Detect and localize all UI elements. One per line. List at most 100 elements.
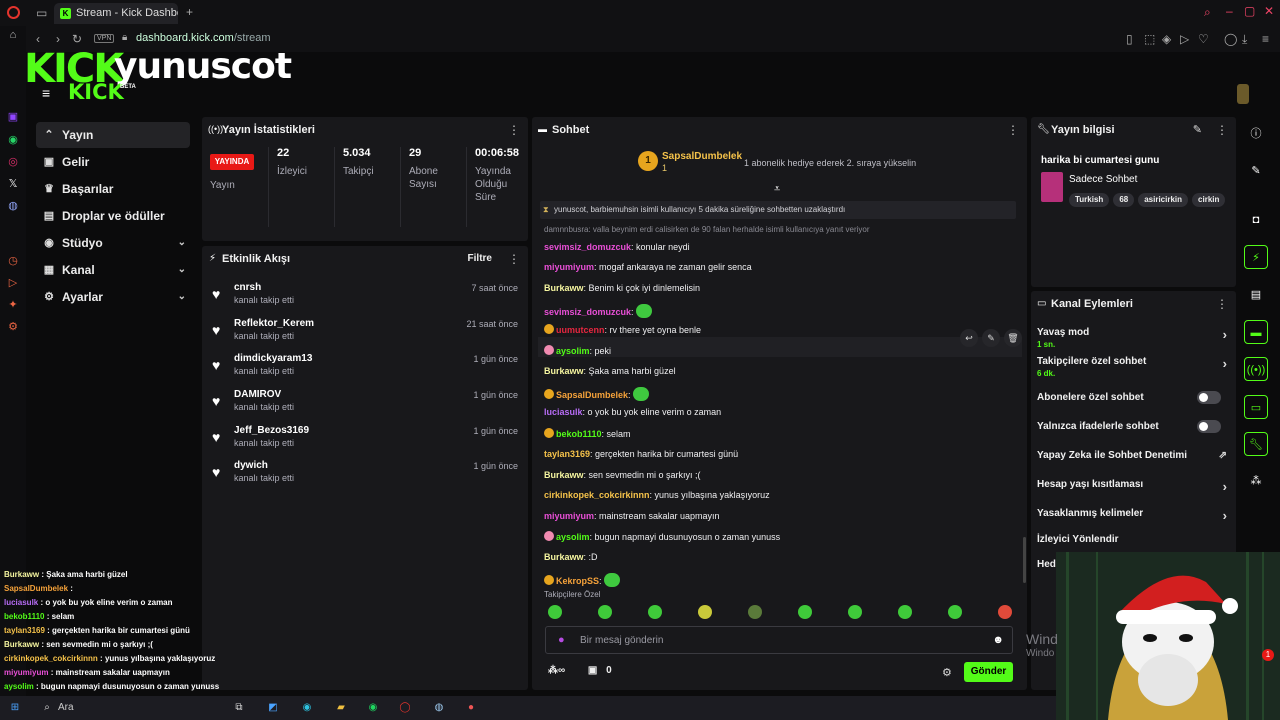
wrench-icon[interactable]: 🔧︎ <box>1244 432 1268 456</box>
tag[interactable]: Turkish <box>1069 193 1110 207</box>
bolt-icon[interactable]: ⚡︎ <box>1244 245 1268 269</box>
vpn-badge[interactable]: VPN <box>94 34 115 43</box>
emote-icon[interactable] <box>898 605 912 619</box>
chat-username[interactable]: sevimsiz_domuzcuk <box>544 307 631 317</box>
emote-icon[interactable] <box>948 605 962 619</box>
chat-message[interactable]: sevimsiz_domuzcuk: konular neydi <box>544 242 690 252</box>
chat-message[interactable]: cirkinkopek_cokcirkinnn: yunus yılbaşına… <box>544 490 770 500</box>
chat-username[interactable]: luciasulk <box>544 407 583 417</box>
folder-app-icon[interactable]: ▰ <box>334 701 348 715</box>
chat-username[interactable]: miyumiyum <box>544 262 594 272</box>
nav-item-settings[interactable]: ⚙ Ayarlar ⌄ <box>36 284 190 310</box>
menu-icon[interactable]: ≡ <box>1262 32 1269 46</box>
followers-only-action[interactable]: Takipçilere özel sohbet 6 dk. › <box>1037 356 1227 380</box>
reply-icon[interactable]: ↩ <box>960 329 978 347</box>
spotify-app-icon[interactable]: ◉ <box>366 701 380 715</box>
reply-preview[interactable]: damnnbusra: valla beynim erdi calisirken… <box>544 225 870 234</box>
chat-message[interactable]: aysolim: peki <box>544 345 611 356</box>
chat-message[interactable]: Burkaww: Benim ki çok iyi dinlemelisin <box>544 283 700 293</box>
account-age-action[interactable]: Hesap yaşı kısıtlaması › <box>1037 479 1227 503</box>
edit-icon[interactable]: ✎ <box>1193 123 1202 136</box>
chat-username[interactable]: Burkaww <box>544 283 584 293</box>
chat-username[interactable]: miyumiyum <box>544 511 594 521</box>
emote-icon[interactable] <box>698 605 712 619</box>
pin-icon[interactable]: ✎ <box>982 329 1000 347</box>
more-options-icon[interactable]: ⋮ <box>508 252 520 266</box>
whatsapp-icon[interactable]: ◉ <box>6 133 20 147</box>
new-tab-icon[interactable]: + <box>186 5 193 19</box>
chat-message[interactable]: Burkaww: sen sevmedin mi o şarkıyı ;( <box>544 470 701 480</box>
extensions-icon[interactable]: ✦ <box>6 298 20 312</box>
chat-username[interactable]: SapsalDumbelek <box>556 390 628 400</box>
obs-app-icon[interactable]: ● <box>464 701 478 715</box>
windows-start-icon[interactable]: ⊞ <box>8 701 22 715</box>
chat-message[interactable]: taylan3169: gerçekten harika bir cumarte… <box>544 449 738 459</box>
chat-username[interactable]: Burkaww <box>544 366 584 376</box>
activity-user[interactable]: cnrsh <box>234 282 261 293</box>
chat-username[interactable]: KekropSS <box>556 576 599 586</box>
emote-icon[interactable] <box>848 605 862 619</box>
emote-icon[interactable] <box>648 605 662 619</box>
adblock-icon[interactable]: ◈ <box>1162 32 1171 46</box>
history-icon[interactable]: ◷ <box>6 254 20 268</box>
chat-username[interactable]: bekob1110 <box>556 429 602 439</box>
close-window-icon[interactable]: ✕ <box>1264 4 1274 18</box>
chat-message[interactable]: aysolim: bugun napmayi dusunuyosun o zam… <box>544 531 780 542</box>
more-options-icon[interactable]: ⋮ <box>1216 123 1228 137</box>
chat-message[interactable]: luciasulk: o yok bu yok eline verim o za… <box>544 407 721 417</box>
activity-user[interactable]: Reflektor_Kerem <box>234 318 314 329</box>
back-icon[interactable]: ‹ <box>36 32 40 46</box>
nav-item-studio[interactable]: ◉ Stüdyo ⌄ <box>36 230 190 256</box>
chat-username[interactable]: taylan3169 <box>544 449 590 459</box>
chat-message[interactable]: miyumiyum: mogaf ankaraya ne zaman gelir… <box>544 262 752 272</box>
maximize-icon[interactable]: ▢ <box>1244 4 1255 18</box>
minimize-icon[interactable]: – <box>1226 4 1233 18</box>
reload-icon[interactable]: ↻ <box>72 32 82 46</box>
toggle-switch[interactable] <box>1197 420 1221 433</box>
send-button[interactable]: Gönder <box>964 662 1013 682</box>
opera-app-icon[interactable]: ◯ <box>398 701 412 715</box>
emote-only-action[interactable]: Yalnızca ifadelerle sohbet <box>1037 420 1227 445</box>
url-text[interactable]: dashboard.kick.com/stream <box>136 32 271 44</box>
chat-message[interactable]: miyumiyum: mainstream sakalar uapmayın <box>544 511 720 521</box>
camera-icon[interactable]: ◘ <box>1244 208 1268 232</box>
instagram-icon[interactable]: ◎ <box>6 155 20 169</box>
chat-icon[interactable]: ▬ <box>1244 320 1268 344</box>
nav-item-stream[interactable]: ⌃ Yayın <box>36 122 190 148</box>
chat-message[interactable]: SapsalDumbelek: <box>544 387 649 401</box>
nav-item-achievements[interactable]: ♛ Başarılar <box>36 176 190 202</box>
task-view-icon[interactable]: ⧉ <box>232 701 246 715</box>
search-icon[interactable]: ⌕ <box>1204 5 1211 20</box>
microphone-icon[interactable]: ● <box>558 634 565 646</box>
chat-input[interactable]: ● Bir mesaj gönderin ☻ <box>545 626 1013 654</box>
profile-icon[interactable]: ◯ <box>1224 32 1237 46</box>
user-avatar[interactable] <box>1237 84 1249 104</box>
chat-username[interactable]: sevimsiz_domuzcuk <box>544 242 631 252</box>
pinned-gift-leaderboard[interactable]: 1 SapsalDumbelek 1 1 abonelik hediye ede… <box>632 151 932 177</box>
points-icon[interactable]: ⁂∞ <box>548 665 565 676</box>
chat-username[interactable]: aysolim <box>556 532 590 542</box>
search-icon[interactable]: ⌕ <box>40 701 54 715</box>
chat-message[interactable]: sevimsiz_domuzcuk: <box>544 304 652 318</box>
activity-user[interactable]: dimdickyaram13 <box>234 353 312 364</box>
explorer-app-icon[interactable]: ◩ <box>266 701 280 715</box>
settings-icon[interactable]: ⚙ <box>6 320 20 334</box>
snapshot-icon[interactable]: ⬚ <box>1144 32 1155 46</box>
forward-icon[interactable]: › <box>56 32 60 46</box>
inventory-icon[interactable]: ▣ <box>588 665 597 676</box>
add-widget-icon[interactable]: ⁂ <box>1244 469 1268 493</box>
chat-message[interactable]: uumutcenn: rv there yet oyna benle <box>544 324 701 335</box>
player-icon[interactable]: ▷ <box>1180 32 1189 46</box>
monitor-icon[interactable]: ▭ <box>1244 395 1268 419</box>
edit-icon[interactable]: ✎ <box>1244 159 1268 183</box>
tab-stream-dashboard[interactable]: K Stream - Kick Dashboard <box>54 3 178 24</box>
nav-item-drops[interactable]: ▤ Droplar ve ödüller <box>36 203 190 229</box>
tag[interactable]: 68 <box>1113 193 1135 207</box>
nav-item-revenue[interactable]: ▣ Gelir <box>36 149 190 175</box>
emoji-icon[interactable]: ☻ <box>992 634 1004 646</box>
banned-words-action[interactable]: Yasaklanmış kelimeler › <box>1037 508 1227 532</box>
nav-item-channel[interactable]: ▦ Kanal ⌄ <box>36 257 190 283</box>
toggle-switch[interactable] <box>1197 391 1221 404</box>
tag[interactable]: asiricirkin <box>1138 193 1189 207</box>
more-options-icon[interactable]: ⋮ <box>1216 297 1228 311</box>
